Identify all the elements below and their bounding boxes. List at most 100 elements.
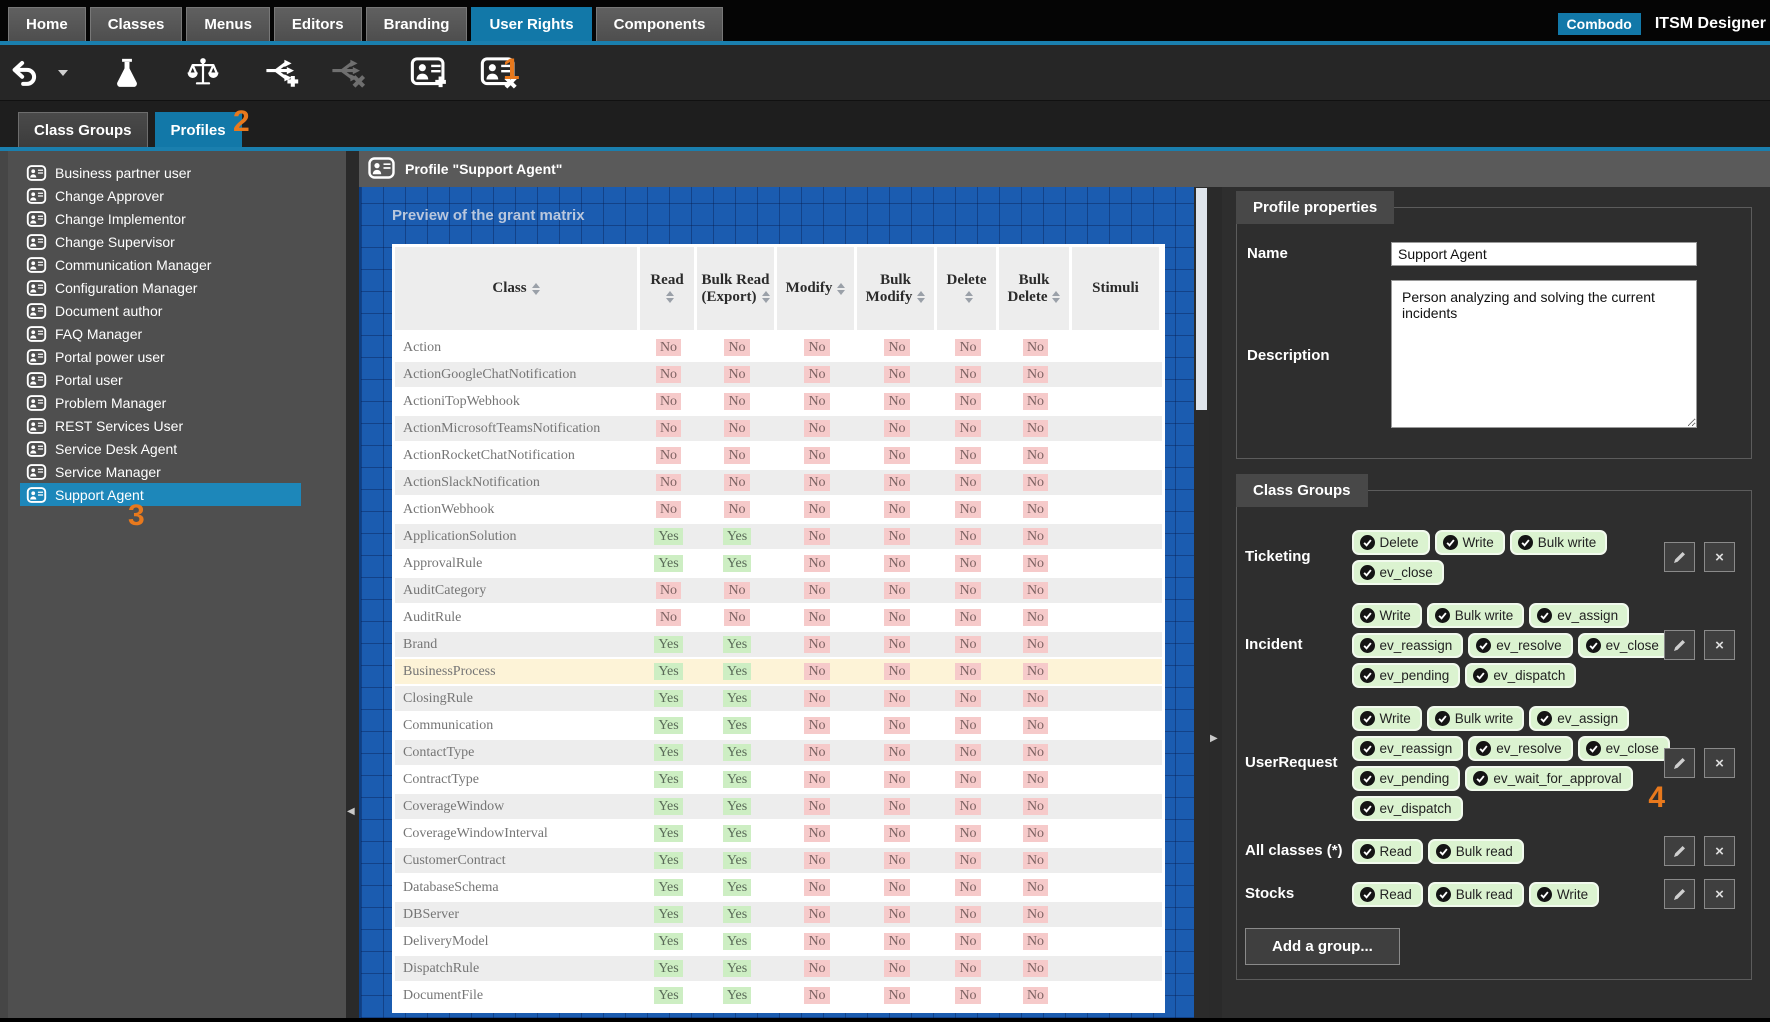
right-panel: Profile properties Name Description Pers…: [1222, 187, 1770, 1018]
add-profile-button[interactable]: [402, 51, 458, 95]
compare-button[interactable]: [178, 51, 228, 95]
grant-cell: No: [640, 443, 697, 470]
sidebar-item-profile[interactable]: FAQ Manager: [20, 322, 301, 345]
nav-tab-classes[interactable]: Classes: [90, 7, 183, 41]
class-name-cell: ActionWebhook: [395, 497, 640, 524]
column-header-bulk-modify[interactable]: Bulk Modify: [857, 247, 937, 335]
sidebar-item-profile[interactable]: Support Agent: [20, 483, 301, 506]
sidebar-item-profile[interactable]: Change Implementor: [20, 207, 301, 230]
profile-name-input[interactable]: [1391, 242, 1697, 266]
matrix-scrollbar[interactable]: [1194, 187, 1209, 1018]
sidebar-item-profile[interactable]: Configuration Manager: [20, 276, 301, 299]
delete-group-button[interactable]: ×: [1704, 879, 1735, 909]
nav-tab-branding[interactable]: Branding: [366, 7, 468, 41]
grant-cell: Yes: [640, 632, 697, 659]
profile-item-label: Service Desk Agent: [55, 441, 177, 457]
grant-value: No: [884, 717, 909, 734]
grant-matrix-row: AuditRuleNoNoNoNoNoNo: [395, 605, 1162, 632]
nav-tab-home[interactable]: Home: [8, 7, 86, 41]
collapse-right-icon[interactable]: ▶: [1210, 733, 1218, 744]
tab-class-groups[interactable]: Class Groups: [18, 112, 148, 147]
stimuli-cell: [1072, 902, 1162, 929]
column-header-read[interactable]: Read: [640, 247, 697, 335]
delete-profile-button[interactable]: [472, 51, 528, 95]
brand-badge[interactable]: Combodo: [1558, 13, 1641, 35]
right-panel-splitter[interactable]: ▶: [1209, 187, 1222, 1018]
delete-group-button[interactable]: ×: [1704, 836, 1735, 866]
nav-tab-menus[interactable]: Menus: [186, 7, 270, 41]
right-pill: ev_assign: [1529, 603, 1629, 628]
grant-cell: No: [857, 524, 937, 551]
check-icon: [1360, 638, 1375, 653]
delete-group-button[interactable]: ×: [1704, 630, 1735, 660]
stimuli-cell: [1072, 794, 1162, 821]
delete-group-button[interactable]: ×: [1704, 748, 1735, 778]
nav-tab-components[interactable]: Components: [596, 7, 724, 41]
edit-group-button[interactable]: [1664, 836, 1695, 866]
test-button[interactable]: [104, 51, 150, 95]
delete-group-button[interactable]: ×: [1704, 542, 1735, 572]
column-header-modify[interactable]: Modify: [777, 247, 857, 335]
undo-button[interactable]: [0, 51, 48, 95]
right-label: ev_pending: [1380, 771, 1450, 786]
grant-cell: No: [777, 524, 857, 551]
column-header-delete[interactable]: Delete: [937, 247, 999, 335]
grant-cell: No: [937, 416, 999, 443]
sidebar-item-profile[interactable]: Communication Manager: [20, 253, 301, 276]
edit-group-button[interactable]: [1664, 630, 1695, 660]
grant-value: No: [955, 933, 980, 950]
grant-value: No: [884, 420, 909, 437]
collapse-left-icon[interactable]: ◀: [347, 806, 355, 817]
sidebar-item-profile[interactable]: REST Services User: [20, 414, 301, 437]
sidebar-item-profile[interactable]: Change Supervisor: [20, 230, 301, 253]
grant-value: No: [804, 636, 829, 653]
column-header-class[interactable]: Class: [395, 247, 640, 335]
edit-group-button[interactable]: [1664, 879, 1695, 909]
grant-cell: Yes: [697, 794, 777, 821]
grant-value: No: [1023, 933, 1048, 950]
grant-value: No: [724, 339, 749, 356]
grant-cell: No: [697, 389, 777, 416]
sidebar-item-profile[interactable]: Document author: [20, 299, 301, 322]
undo-history-dropdown[interactable]: [48, 51, 76, 95]
grant-cell: No: [999, 416, 1072, 443]
grant-value: No: [656, 501, 681, 518]
sidebar-item-profile[interactable]: Service Manager: [20, 460, 301, 483]
sidebar-item-profile[interactable]: Portal user: [20, 368, 301, 391]
class-group-name: Stocks: [1245, 885, 1349, 904]
stimuli-cell: [1072, 605, 1162, 632]
sidebar-item-profile[interactable]: Portal power user: [20, 345, 301, 368]
rights-pills: WriteBulk writeev_assignev_reassignev_re…: [1349, 703, 1701, 823]
grant-value: No: [955, 879, 980, 896]
sidebar-item-profile[interactable]: Change Approver: [20, 184, 301, 207]
grant-value: Yes: [723, 528, 751, 545]
edit-group-button[interactable]: [1664, 542, 1695, 572]
sidebar-item-profile[interactable]: Service Desk Agent: [20, 437, 301, 460]
profile-card-icon: [26, 326, 47, 342]
grant-value: No: [955, 393, 980, 410]
grant-cell: No: [777, 335, 857, 362]
nav-tab-user-rights[interactable]: User Rights: [471, 7, 591, 41]
profile-description-textarea[interactable]: Person analyzing and solving the current…: [1391, 280, 1697, 428]
grant-value: Yes: [654, 825, 682, 842]
grant-cell: Yes: [640, 794, 697, 821]
grant-value: No: [656, 582, 681, 599]
add-branch-button[interactable]: [256, 51, 308, 95]
nav-tab-editors[interactable]: Editors: [274, 7, 362, 41]
matrix-scrollbar-thumb[interactable]: [1196, 188, 1207, 410]
column-header-bulk-delete[interactable]: Bulk Delete: [999, 247, 1072, 335]
sidebar-splitter[interactable]: ◀: [346, 151, 359, 1018]
tab-profiles[interactable]: Profiles: [155, 112, 242, 147]
grant-cell: No: [777, 659, 857, 686]
grant-cell: No: [640, 362, 697, 389]
column-header-bulk-read-export-[interactable]: Bulk Read (Export): [697, 247, 777, 335]
sidebar-item-profile[interactable]: Problem Manager: [20, 391, 301, 414]
add-group-button[interactable]: Add a group...: [1245, 928, 1400, 965]
name-label: Name: [1247, 242, 1391, 266]
grant-cell: No: [857, 848, 937, 875]
grant-cell: No: [640, 470, 697, 497]
edit-group-button[interactable]: [1664, 748, 1695, 778]
sidebar-item-profile[interactable]: Business partner user: [20, 161, 301, 184]
grant-value: No: [884, 501, 909, 518]
grant-matrix-row: ActionNoNoNoNoNoNo: [395, 335, 1162, 362]
